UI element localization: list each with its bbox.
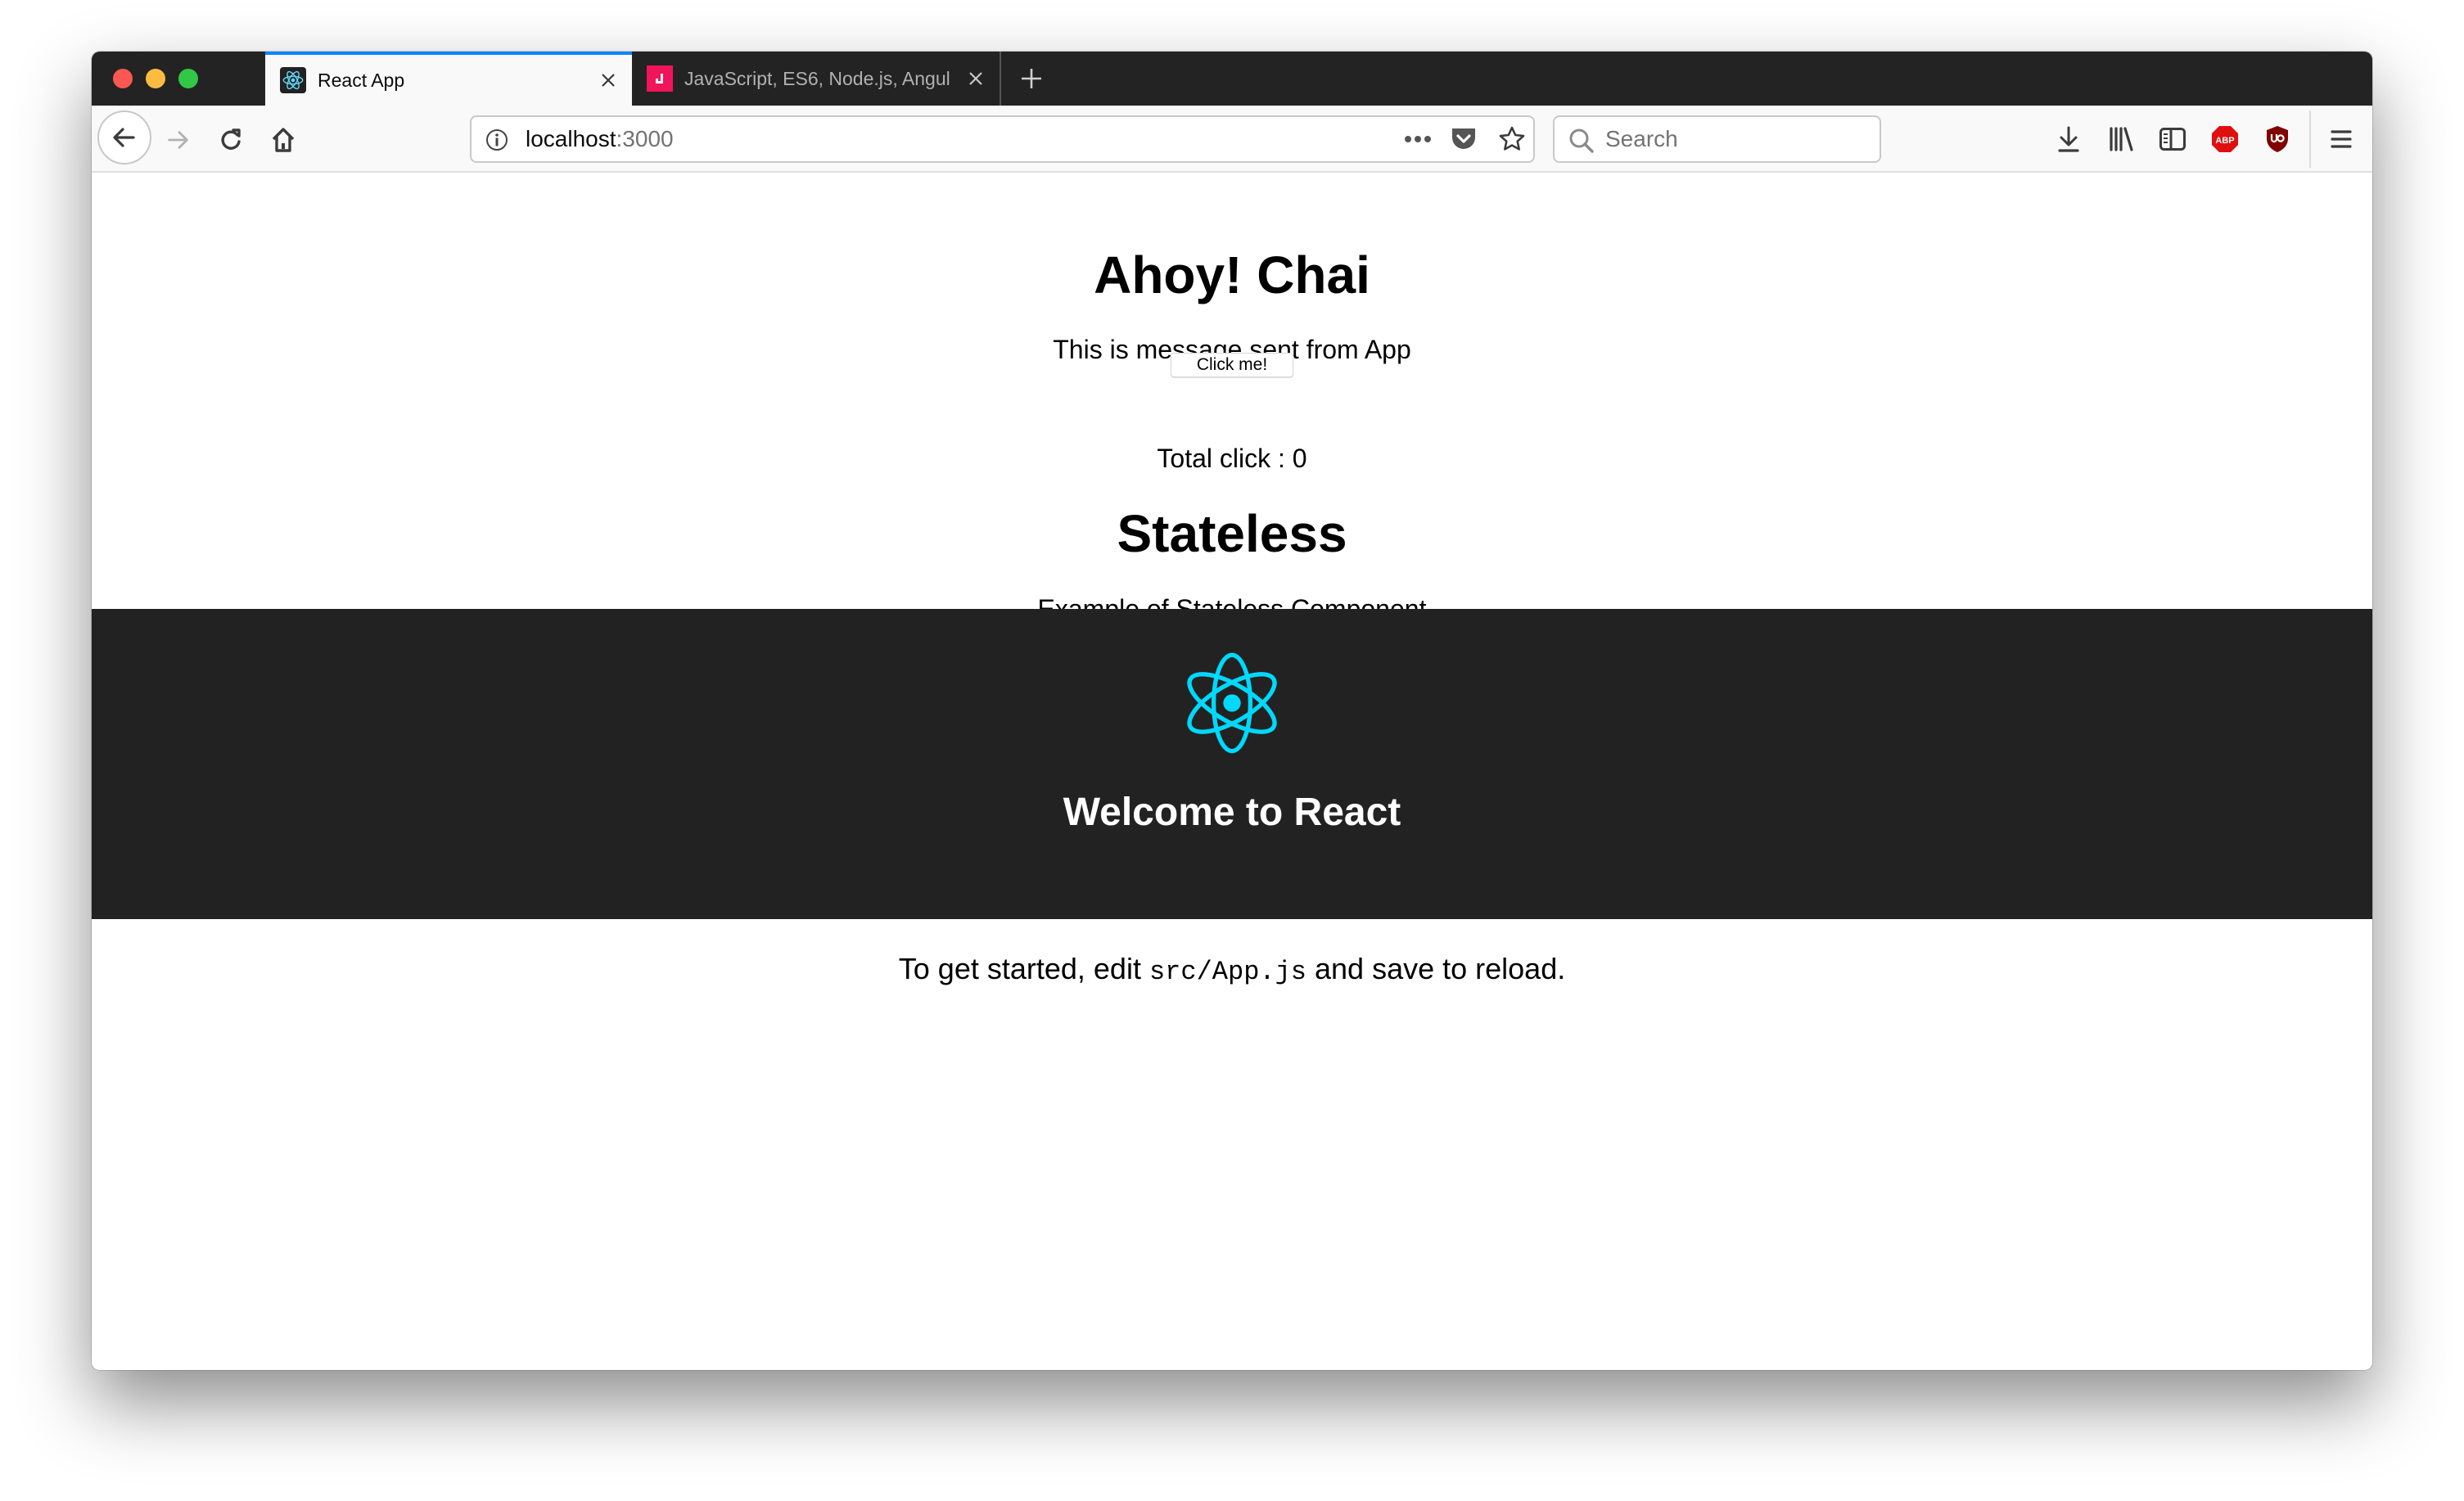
home-icon [272,128,295,152]
url-text[interactable]: localhost:3000 [526,117,674,161]
app-header: Welcome to React [92,609,2372,919]
close-tab-icon[interactable] [963,66,988,91]
bookmark-star-icon[interactable] [1498,125,1526,157]
toolbar-separator [2309,110,2311,168]
home-button[interactable] [267,124,300,156]
react-logo-icon [280,67,306,93]
tab-react-app[interactable]: React App [265,52,632,106]
total-click-count: 0 [1292,444,1307,473]
tab-bar: React App JavaScript, ES6, Node.js, Angu… [92,52,2372,106]
browser-window: React App JavaScript, ES6, Node.js, Angu… [92,52,2372,1370]
download-icon [2058,126,2079,152]
library-icon [2110,127,2133,151]
new-tab-button[interactable] [1015,62,1048,95]
ublock-origin-button[interactable] [2261,122,2294,156]
total-click-label: Total click : [1157,444,1293,473]
forward-icon [168,131,188,149]
reload-button[interactable] [214,124,247,156]
adblock-plus-icon: ABP [2212,126,2238,152]
downloads-button[interactable] [2052,122,2085,156]
url-host: localhost [526,126,616,151]
tab-javascript-es6[interactable]: JavaScript, ES6, Node.js, Angul [632,52,1001,106]
intro-text-end: and save to reload. [1306,952,1566,985]
search-bar[interactable]: Search [1553,115,1881,163]
total-click-text: Total click : 0 [92,442,2372,475]
sidebar-icon [2159,128,2186,151]
tab-title: React App [318,69,405,91]
page-content: Ahoy! Chai This is message sent from App… [92,173,2372,1370]
page-title: Ahoy! Chai [1094,246,1370,304]
plus-icon [1022,69,1041,88]
url-port: :3000 [616,126,674,151]
more-icon[interactable] [1403,128,1433,154]
tab-title: JavaScript, ES6, Node.js, Angul [684,67,950,89]
back-button[interactable] [97,110,151,165]
svg-text:ABP: ABP [2215,136,2234,146]
react-logo-icon [1187,652,1277,754]
header-title: Welcome to React [1063,791,1401,834]
intro-code: src/App.js [1149,957,1306,987]
zoom-window-button[interactable] [178,69,198,88]
intro-text-start: To get started, edit [898,952,1149,985]
reload-icon [221,128,241,150]
search-placeholder: Search [1605,126,1678,151]
menu-button[interactable] [2325,122,2358,156]
library-button[interactable] [2105,122,2137,156]
back-icon [113,128,135,147]
stateless-title: Stateless [1117,504,1347,563]
forward-button[interactable] [162,124,195,156]
menu-icon [2331,130,2352,148]
adblock-plus-button[interactable]: ABP [2209,122,2241,156]
ublock-origin-icon [2267,126,2288,152]
pocket-icon[interactable] [1451,127,1477,156]
pink-site-icon [647,65,673,92]
search-icon [1568,127,1595,159]
close-window-button[interactable] [113,69,133,88]
url-bar[interactable]: localhost:3000 [470,115,1535,163]
info-icon[interactable] [485,128,509,156]
nav-toolbar: localhost:3000 Search ABP [92,106,2372,173]
app-intro: To get started, edit src/App.js and save… [92,952,2372,987]
close-tab-icon[interactable] [596,68,621,92]
minimize-window-button[interactable] [146,69,165,88]
click-me-button[interactable]: Click me! [1171,353,1293,377]
sidebar-button[interactable] [2156,122,2189,156]
